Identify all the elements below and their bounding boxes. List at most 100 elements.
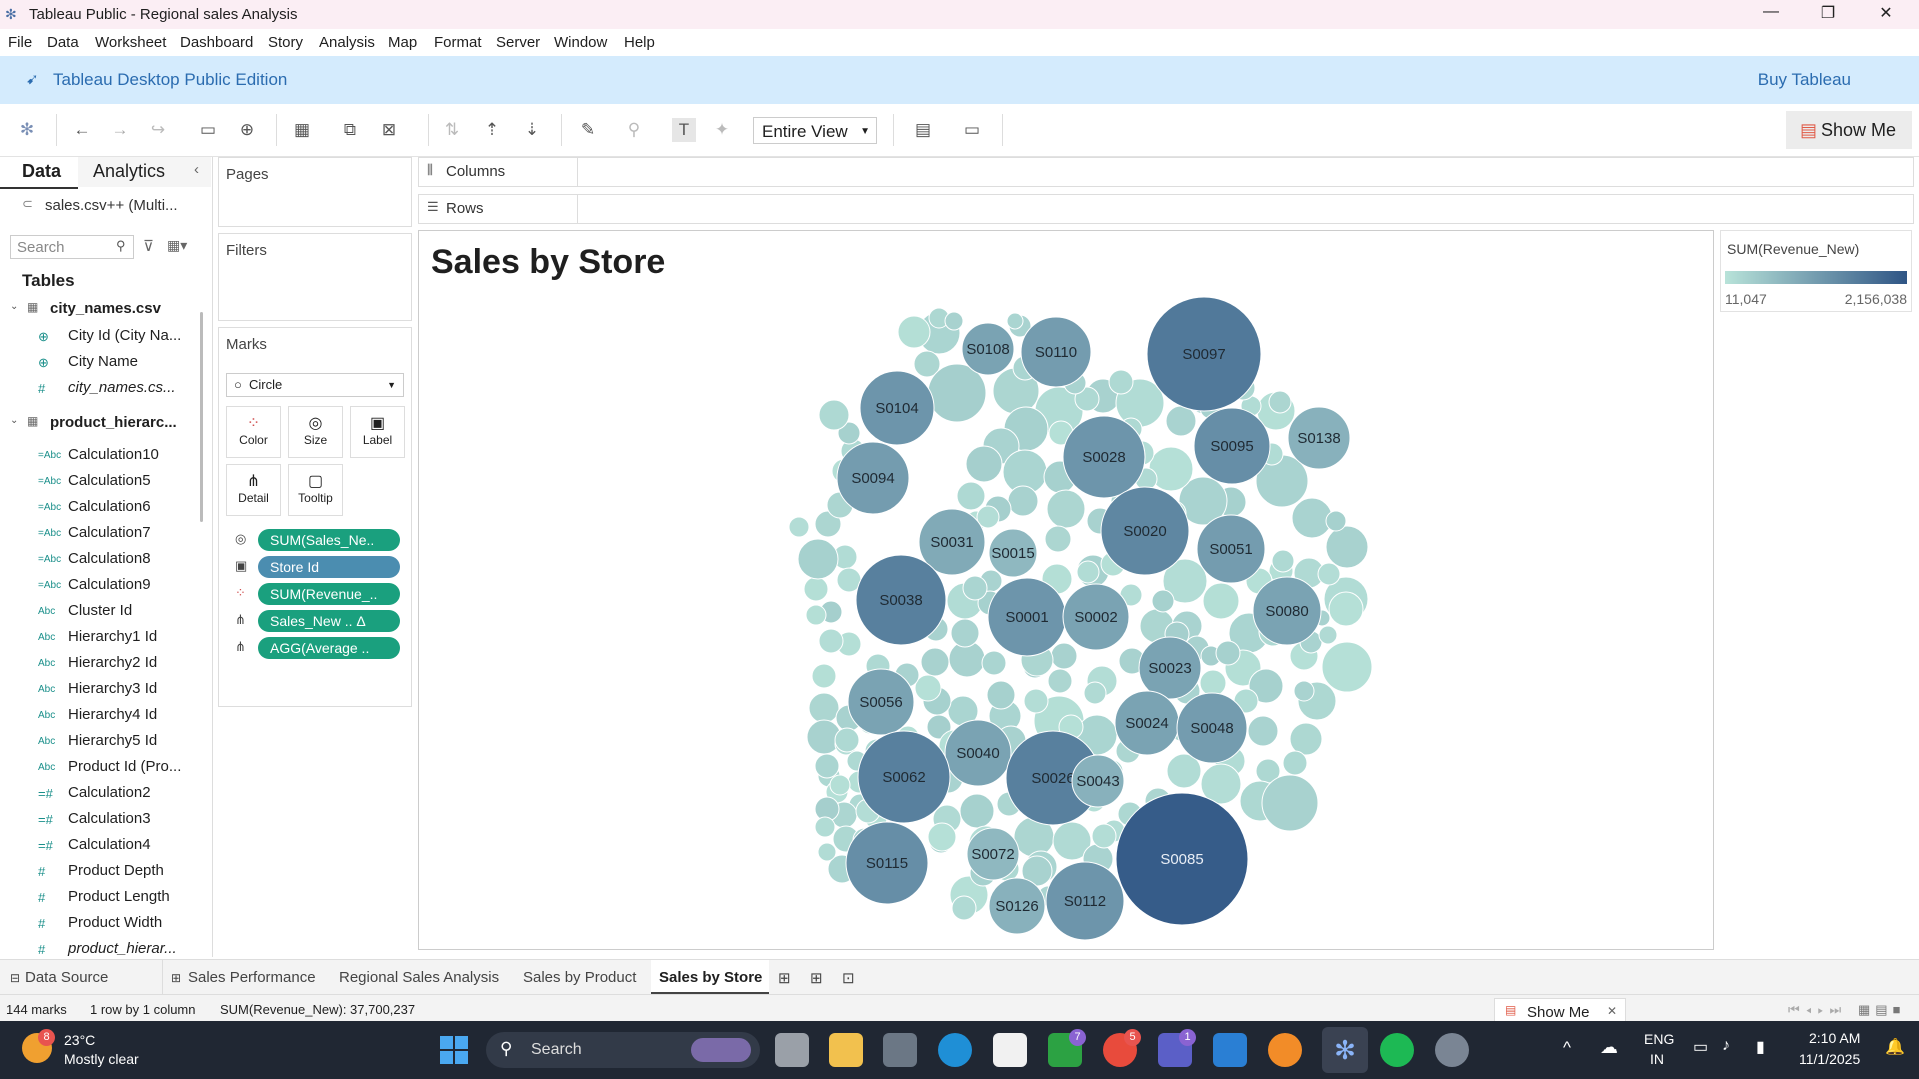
store-bubble[interactable] bbox=[1289, 722, 1323, 756]
store-bubble[interactable] bbox=[965, 445, 1003, 483]
tooltip-button[interactable]: ▢ Tooltip bbox=[288, 464, 343, 516]
store-bubble[interactable] bbox=[814, 816, 836, 838]
spotify-icon[interactable] bbox=[1380, 1033, 1414, 1067]
field-city-id[interactable]: City Id (City Na... bbox=[68, 327, 181, 344]
store-bubble[interactable] bbox=[1321, 641, 1373, 693]
firefox-icon[interactable] bbox=[1268, 1033, 1302, 1067]
save-icon[interactable]: ▭ bbox=[196, 118, 220, 142]
cards-icon[interactable]: ▤ bbox=[911, 118, 935, 142]
menu-analysis[interactable]: Analysis bbox=[319, 34, 375, 51]
store-bubble[interactable] bbox=[927, 822, 957, 852]
field-item[interactable]: Hierarchy1 Id bbox=[68, 628, 157, 645]
store-bubble[interactable] bbox=[1046, 489, 1086, 529]
field-item[interactable]: Calculation10 bbox=[68, 446, 159, 463]
store-bubble[interactable] bbox=[1091, 823, 1117, 849]
store-bubble[interactable] bbox=[1047, 668, 1073, 694]
store-bubble[interactable] bbox=[1325, 525, 1369, 569]
field-item[interactable]: Calculation4 bbox=[68, 836, 151, 853]
table-city-names[interactable]: city_names.csv bbox=[50, 300, 161, 317]
chevron-up-icon[interactable]: ^ bbox=[1563, 1038, 1571, 1058]
tab-regional-sales-analysis[interactable]: Regional Sales Analysis bbox=[339, 969, 499, 986]
field-city-name[interactable]: City Name bbox=[68, 353, 138, 370]
color-button[interactable]: ⁘ Color bbox=[226, 406, 281, 458]
store-bubble[interactable] bbox=[1108, 369, 1134, 395]
sort-descending-icon[interactable]: ⇣ bbox=[520, 118, 544, 142]
columns-shelf[interactable]: ⫼ Columns bbox=[418, 157, 1914, 187]
field-item[interactable]: Hierarchy3 Id bbox=[68, 680, 157, 697]
expand-icon[interactable]: ⌄ bbox=[10, 301, 18, 312]
volume-icon[interactable]: ♪ bbox=[1722, 1037, 1730, 1055]
menu-server[interactable]: Server bbox=[496, 34, 540, 51]
menu-file[interactable]: File bbox=[8, 34, 32, 51]
restore-button[interactable]: ❐ bbox=[1808, 3, 1848, 25]
store-bubble[interactable] bbox=[808, 692, 840, 724]
tab-sales-performance[interactable]: Sales Performance bbox=[188, 969, 316, 986]
store-bubble[interactable] bbox=[805, 604, 827, 626]
minimize-button[interactable]: — bbox=[1751, 3, 1791, 25]
taskbar-search[interactable]: ⚲ Search bbox=[486, 1032, 760, 1068]
filter-icon[interactable]: ⊽ bbox=[143, 237, 154, 255]
menu-story[interactable]: Story bbox=[268, 34, 303, 51]
new-worksheet-icon[interactable]: ▦ bbox=[290, 118, 314, 142]
sort-ascending-icon[interactable]: ⇡ bbox=[480, 118, 504, 142]
store-bubble[interactable] bbox=[1317, 562, 1341, 586]
tab-data[interactable]: Data bbox=[0, 157, 78, 189]
field-item[interactable]: Product Width bbox=[68, 914, 162, 931]
presentation-icon[interactable]: ▭ bbox=[960, 118, 984, 142]
lang-1[interactable]: ENG bbox=[1644, 1031, 1674, 1047]
store-bubble[interactable] bbox=[986, 680, 1016, 710]
store-bubble[interactable] bbox=[1328, 591, 1364, 627]
tab-sales-by-store[interactable]: Sales by Store bbox=[651, 960, 769, 995]
pill-label-store-id[interactable]: Store Id bbox=[258, 556, 400, 578]
sheet-nav-icon[interactable]: ⏮◂▸⏭ bbox=[1788, 1002, 1847, 1018]
store-bubble[interactable] bbox=[1202, 582, 1240, 620]
clock-date[interactable]: 11/1/2025 bbox=[1799, 1051, 1860, 1067]
task-view-icon[interactable] bbox=[775, 1033, 809, 1067]
store-bubble[interactable] bbox=[1076, 560, 1100, 584]
store-bubble[interactable] bbox=[811, 663, 837, 689]
search-input[interactable]: Search ⚲ bbox=[10, 235, 134, 259]
store-bubble[interactable] bbox=[959, 793, 995, 829]
calculator-icon[interactable] bbox=[883, 1033, 917, 1067]
table-product-hierarchy[interactable]: product_hierarc... bbox=[50, 414, 177, 431]
pages-shelf[interactable]: Pages bbox=[218, 157, 412, 227]
store-bubble[interactable] bbox=[1199, 669, 1227, 697]
store-bubble[interactable] bbox=[981, 650, 1007, 676]
store-bubble[interactable] bbox=[797, 538, 839, 580]
store-bubble[interactable] bbox=[818, 399, 850, 431]
store-bubble[interactable] bbox=[818, 628, 844, 654]
field-item[interactable]: Product Depth bbox=[68, 862, 164, 879]
store-bubble[interactable] bbox=[1006, 312, 1024, 330]
menu-window[interactable]: Window bbox=[554, 34, 607, 51]
store-bubble[interactable] bbox=[1215, 640, 1241, 666]
field-item[interactable]: Hierarchy2 Id bbox=[68, 654, 157, 671]
tableau-taskbar-button[interactable]: ✻ bbox=[1322, 1027, 1368, 1073]
new-worksheet-icon[interactable]: ⊞ bbox=[778, 969, 791, 987]
field-item[interactable]: Calculation2 bbox=[68, 784, 151, 801]
field-item[interactable]: Cluster Id bbox=[68, 602, 132, 619]
field-item[interactable]: Product Id (Pro... bbox=[68, 758, 181, 775]
store-bubble[interactable] bbox=[1282, 750, 1308, 776]
field-item[interactable]: Calculation3 bbox=[68, 810, 151, 827]
store-bubble[interactable] bbox=[950, 618, 980, 648]
battery-icon[interactable]: ▮ bbox=[1756, 1037, 1765, 1057]
store-bubble[interactable] bbox=[1165, 405, 1197, 437]
vscode-icon[interactable] bbox=[1213, 1033, 1247, 1067]
field-item[interactable]: Hierarchy5 Id bbox=[68, 732, 157, 749]
field-city-names-count[interactable]: city_names.cs... bbox=[68, 379, 176, 396]
swap-icon[interactable]: ⇅ bbox=[440, 118, 464, 142]
store-bubble[interactable] bbox=[1271, 549, 1295, 573]
lang-2[interactable]: IN bbox=[1650, 1051, 1664, 1067]
expand-icon[interactable]: ⌄ bbox=[10, 415, 18, 426]
view-mode-icon[interactable]: ▦▤■ bbox=[1858, 1002, 1905, 1018]
store-bubble[interactable] bbox=[1261, 774, 1319, 832]
tableau-logo-icon[interactable]: ✻ bbox=[15, 118, 39, 142]
notification-icon[interactable]: 🔔 bbox=[1885, 1037, 1905, 1057]
store-bubble[interactable] bbox=[1007, 485, 1039, 517]
field-item[interactable]: Calculation9 bbox=[68, 576, 151, 593]
size-button[interactable]: ◎ Size bbox=[288, 406, 343, 458]
replay-icon[interactable]: ↪ bbox=[146, 118, 170, 142]
pill-detail-sales-new[interactable]: Sales_New .. Δ bbox=[258, 610, 400, 632]
field-item[interactable]: Hierarchy4 Id bbox=[68, 706, 157, 723]
menu-map[interactable]: Map bbox=[388, 34, 417, 51]
